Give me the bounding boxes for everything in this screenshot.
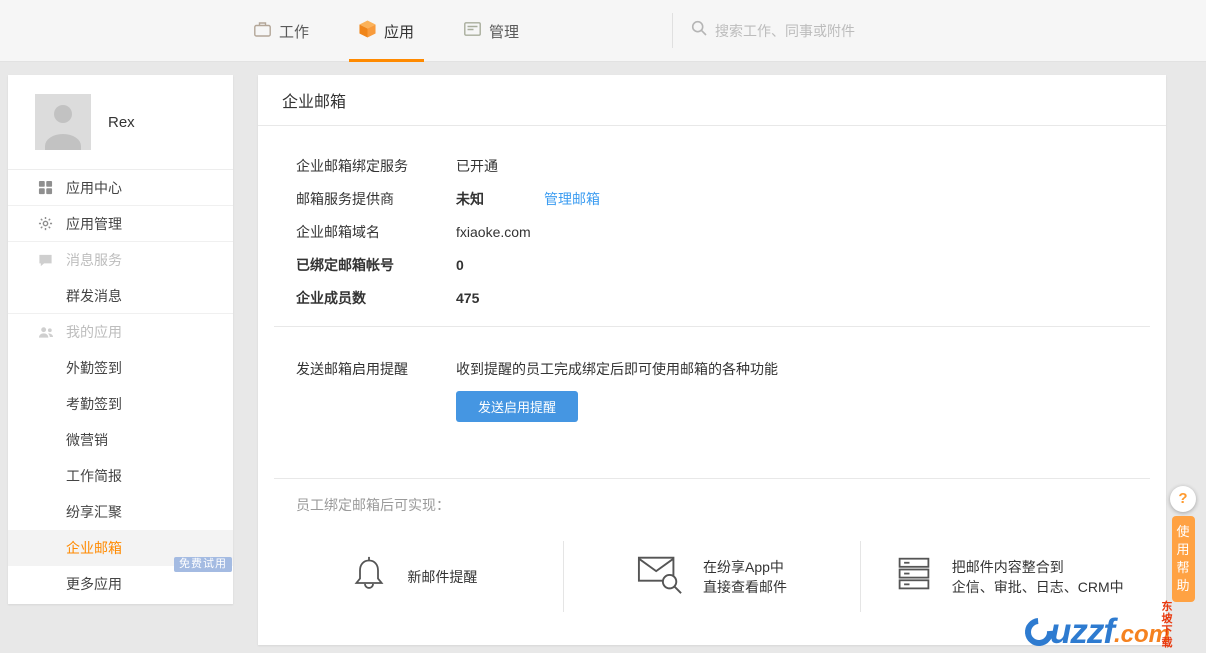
watermark-caption: 东坡下载 (1161, 601, 1173, 649)
tab-work[interactable]: 工作 (240, 0, 323, 62)
watermark-brand: uzzf (1049, 612, 1115, 651)
search-icon (691, 20, 707, 41)
info-label: 企业成员数 (296, 290, 366, 306)
gear-icon (38, 216, 56, 231)
chat-bubble-icon (38, 253, 56, 268)
features-heading: 员工绑定邮箱后可实现： (296, 497, 450, 513)
avatar (35, 94, 91, 150)
features-row: 新邮件提醒 在纷享App中 直接查看邮件 把邮件内容整合到 企信、审批、日志、C… (258, 541, 1166, 612)
info-label: 邮箱服务提供商 (296, 191, 394, 207)
reminder-description: 收到提醒的员工完成绑定后即可使用邮箱的各种功能 (456, 361, 778, 377)
sidebar-item-label: 考勤签到 (66, 396, 122, 412)
info-row-domain: 企业邮箱域名 fxiaoke.com (296, 222, 1128, 242)
question-icon[interactable]: ? (1170, 486, 1196, 512)
info-label: 企业邮箱域名 (296, 224, 380, 240)
sidebar-item-app-center[interactable]: 应用中心 (8, 170, 233, 206)
sidebar-section-label: 我的应用 (66, 324, 122, 340)
free-trial-badge: 免费试用 (174, 557, 232, 572)
sidebar-section-my-apps: 我的应用 (8, 314, 233, 350)
top-tabs: 工作 应用 管理 (240, 0, 555, 62)
sidebar-item-label: 纷享汇聚 (66, 504, 122, 520)
sidebar-section-label: 消息服务 (66, 252, 122, 268)
sidebar-item-fenxiang-gather[interactable]: 纷享汇聚 (8, 494, 233, 530)
sidebar-item-field-checkin[interactable]: 外勤签到 (8, 350, 233, 386)
sidebar-item-label: 更多应用 (66, 576, 122, 592)
sidebar-item-label: 企业邮箱 (66, 540, 122, 556)
user-block: Rex (8, 75, 233, 170)
work-icon (254, 21, 271, 41)
bell-icon (351, 553, 387, 600)
info-row-bound-accounts: 已绑定邮箱帐号 0 (296, 255, 1128, 275)
info-row-binding-service: 企业邮箱绑定服务 已开通 (296, 156, 1128, 176)
tab-manage-label: 管理 (489, 23, 520, 41)
sidebar-item-attendance-checkin[interactable]: 考勤签到 (8, 386, 233, 422)
uzzf-watermark: uzzf .com 东坡下载 (1019, 601, 1173, 652)
info-label: 企业邮箱绑定服务 (296, 158, 408, 174)
send-reminder-button[interactable]: 发送启用提醒 (456, 391, 579, 422)
apps-cube-icon (359, 20, 376, 42)
info-value: fxiaoke.com (456, 224, 531, 240)
sidebar: Rex 应用中心 应用管理 消息服务 群发消息 我的应用 外勤签到 考勤签到 微… (8, 75, 233, 604)
sidebar-section-message-service: 消息服务 (8, 242, 233, 278)
top-navigation-bar: 工作 应用 管理 (0, 0, 1206, 62)
info-row-member-count: 企业成员数 475 (296, 288, 1128, 308)
feature-text: 新邮件提醒 (407, 568, 478, 585)
page-body: Rex 应用中心 应用管理 消息服务 群发消息 我的应用 外勤签到 考勤签到 微… (0, 62, 1206, 645)
tab-apps-label: 应用 (384, 23, 415, 41)
sidebar-item-label: 外勤签到 (66, 360, 122, 376)
feature-text: 把邮件内容整合到 企信、审批、日志、CRM中 (951, 558, 1124, 595)
manage-mailbox-link[interactable]: 管理邮箱 (544, 189, 600, 209)
info-value: 未知 (456, 191, 484, 207)
feature-integrate-mail-content: 把邮件内容整合到 企信、审批、日志、CRM中 (860, 541, 1158, 612)
sidebar-item-label: 微营销 (66, 432, 108, 448)
info-value: 0 (456, 257, 464, 273)
reminder-section: 发送邮箱启用提醒 收到提醒的员工完成绑定后即可使用邮箱的各种功能 发送启用提醒 (258, 327, 1166, 422)
sidebar-item-label: 工作简报 (66, 468, 122, 484)
mailbox-info: 企业邮箱绑定服务 已开通 邮箱服务提供商 未知 管理邮箱 企业邮箱域名 fxia… (258, 126, 1166, 308)
feature-text: 在纷享App中 直接查看邮件 (703, 558, 787, 595)
sidebar-item-label: 应用中心 (66, 179, 122, 196)
info-label: 已绑定邮箱帐号 (296, 257, 394, 273)
sidebar-item-label: 群发消息 (66, 287, 122, 304)
reminder-label: 发送邮箱启用提醒 (296, 361, 408, 377)
sidebar-item-label: 应用管理 (66, 215, 122, 232)
usage-help-button[interactable]: 使用帮助 (1171, 516, 1195, 602)
info-row-provider: 邮箱服务提供商 未知 管理邮箱 (296, 189, 1128, 209)
feature-new-mail-alert: 新邮件提醒 (266, 541, 563, 612)
info-value: 已开通 (456, 158, 498, 174)
search-bar (672, 13, 1206, 48)
tab-work-label: 工作 (279, 23, 310, 41)
manage-icon (464, 22, 481, 40)
page-title: 企业邮箱 (258, 75, 1166, 126)
info-value: 475 (456, 290, 480, 306)
server-stack-icon (896, 554, 932, 599)
tab-apps[interactable]: 应用 (345, 0, 428, 62)
search-input[interactable] (715, 22, 1075, 39)
sidebar-item-work-brief[interactable]: 工作简报 (8, 458, 233, 494)
sidebar-item-mass-message[interactable]: 群发消息 (8, 278, 233, 314)
feature-view-mail-in-app: 在纷享App中 直接查看邮件 (562, 541, 861, 612)
sidebar-item-micro-marketing[interactable]: 微营销 (8, 422, 233, 458)
reminder-body: 收到提醒的员工完成绑定后即可使用邮箱的各种功能 发送启用提醒 (456, 359, 778, 422)
user-name: Rex (108, 113, 135, 131)
help-widget: ? 使用帮助 (1169, 486, 1197, 602)
main-panel: 企业邮箱 企业邮箱绑定服务 已开通 邮箱服务提供商 未知 管理邮箱 企业邮箱域名… (258, 75, 1166, 645)
grid-icon (38, 180, 56, 195)
sidebar-item-app-manage[interactable]: 应用管理 (8, 206, 233, 242)
sidebar-item-more-apps[interactable]: 更多应用 免费试用 (8, 557, 233, 602)
mail-search-icon (637, 553, 683, 600)
tab-manage[interactable]: 管理 (450, 0, 533, 62)
people-icon (38, 325, 56, 340)
